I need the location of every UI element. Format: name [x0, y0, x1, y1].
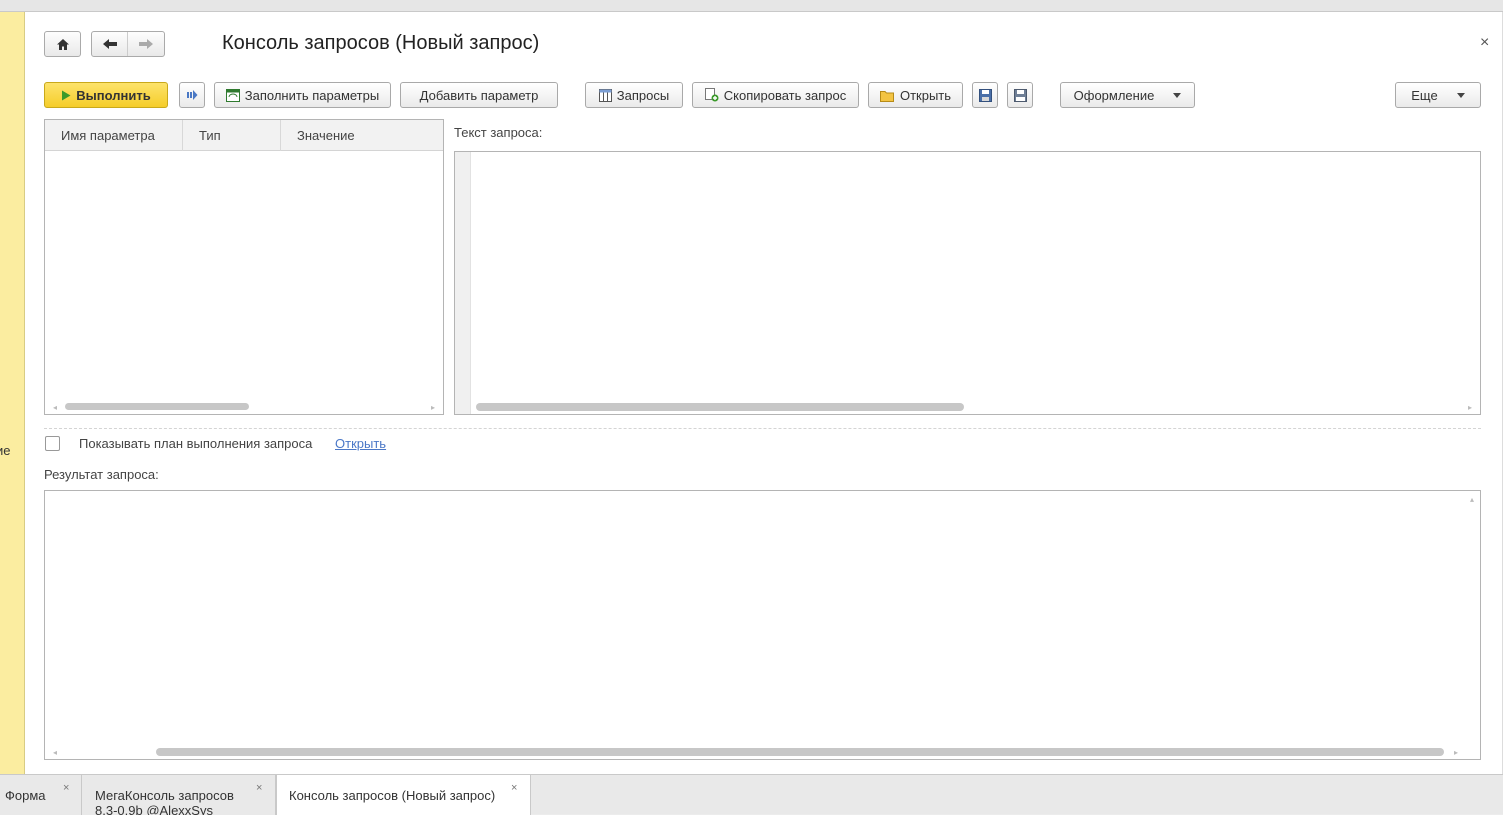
- folder-icon: [879, 90, 894, 102]
- close-icon[interactable]: ×: [63, 782, 69, 794]
- step-button[interactable]: [179, 82, 205, 108]
- close-icon[interactable]: ×: [511, 782, 517, 794]
- more-dropdown[interactable]: Еще: [1395, 82, 1481, 108]
- horizontal-scrollbar[interactable]: [476, 403, 964, 411]
- line-number-gutter: [455, 152, 471, 414]
- column-header-name[interactable]: Имя параметра: [45, 120, 183, 151]
- copy-add-icon: [704, 88, 719, 102]
- top-strip: [0, 0, 1503, 12]
- tab-label: Форма: [5, 788, 46, 803]
- scroll-right-icon[interactable]: ▸: [1468, 403, 1472, 412]
- queries-label: Запросы: [616, 87, 670, 103]
- scroll-right-icon[interactable]: ▸: [431, 403, 435, 412]
- copy-query-button[interactable]: Скопировать запрос: [692, 82, 859, 108]
- scroll-left-icon[interactable]: ◂: [53, 748, 57, 757]
- floppy-icon: [978, 88, 992, 102]
- result-label: Результат запроса:: [44, 467, 159, 482]
- horizontal-scrollbar[interactable]: [156, 748, 1444, 756]
- result-area[interactable]: ▴ ◂ ▸: [44, 490, 1481, 760]
- form-window: Консоль запросов (Новый запрос) × Выполн…: [25, 12, 1503, 774]
- horizontal-scrollbar[interactable]: [65, 403, 249, 410]
- left-panel[interactable]: ие: [0, 12, 25, 774]
- query-text-editor[interactable]: ▸: [454, 151, 1481, 415]
- scroll-right-icon[interactable]: ▸: [1454, 748, 1458, 757]
- open-plan-link[interactable]: Открыть: [335, 436, 386, 451]
- more-label: Еще: [1411, 87, 1438, 103]
- tab-query-console[interactable]: Консоль запросов (Новый запрос) ×: [276, 775, 531, 815]
- page-title: Консоль запросов (Новый запрос): [222, 32, 540, 54]
- table-refresh-icon: [225, 88, 240, 102]
- play-icon: [62, 90, 71, 100]
- left-panel-fragment: ие: [0, 443, 11, 458]
- open-button[interactable]: Открыть: [868, 82, 963, 108]
- fill-parameters-label: Заполнить параметры: [244, 87, 380, 103]
- home-button[interactable]: [44, 31, 81, 57]
- tab-sublabel: 8.3-0.9b @AlexxSys: [95, 803, 213, 815]
- queries-button[interactable]: Запросы: [585, 82, 683, 108]
- close-icon[interactable]: ×: [1480, 34, 1489, 52]
- add-parameter-label: Добавить параметр: [419, 87, 539, 103]
- chevron-down-icon: [1456, 92, 1465, 98]
- tab-label: Консоль запросов (Новый запрос): [289, 788, 496, 803]
- back-button[interactable]: [92, 32, 129, 56]
- run-button[interactable]: Выполнить: [44, 82, 168, 108]
- open-label: Открыть: [899, 87, 952, 103]
- forward-button[interactable]: [128, 32, 164, 56]
- tab-forma[interactable]: Форма ×: [0, 775, 82, 815]
- home-icon: [56, 38, 69, 50]
- fill-parameters-button[interactable]: Заполнить параметры: [214, 82, 391, 108]
- column-header-value[interactable]: Значение: [281, 120, 443, 151]
- run-button-label: Выполнить: [76, 87, 151, 103]
- save-as-button[interactable]: [1007, 82, 1033, 108]
- design-label: Оформление: [1073, 87, 1155, 103]
- history-nav: [91, 31, 165, 57]
- tab-megaconsole[interactable]: МегаКонсоль запросов 8.3-0.9b @AlexxSys …: [82, 775, 276, 815]
- design-dropdown[interactable]: Оформление: [1060, 82, 1195, 108]
- show-plan-checkbox[interactable]: [45, 436, 60, 451]
- parameters-table-header: Имя параметра Тип Значение: [45, 120, 443, 151]
- tab-label: МегаКонсоль запросов: [95, 788, 234, 803]
- column-header-type[interactable]: Тип: [183, 120, 281, 151]
- chevron-down-icon: [1173, 92, 1182, 98]
- arrow-right-icon: [139, 39, 153, 49]
- show-plan-label[interactable]: Показывать план выполнения запроса: [79, 436, 312, 451]
- save-button[interactable]: [972, 82, 998, 108]
- query-text-label: Текст запроса:: [454, 125, 543, 140]
- scroll-up-icon[interactable]: ▴: [1470, 495, 1474, 504]
- step-forward-icon: [187, 90, 198, 100]
- splitter[interactable]: [44, 428, 1481, 429]
- floppy-save-as-icon: [1013, 88, 1027, 102]
- copy-query-label: Скопировать запрос: [723, 87, 847, 103]
- add-parameter-button[interactable]: Добавить параметр: [400, 82, 558, 108]
- parameters-table[interactable]: Имя параметра Тип Значение ◂ ▸: [44, 119, 444, 415]
- scroll-left-icon[interactable]: ◂: [53, 403, 57, 412]
- window-tab-bar: Форма × МегаКонсоль запросов 8.3-0.9b @A…: [0, 774, 1503, 815]
- arrow-left-icon: [102, 39, 117, 49]
- grid-icon: [598, 88, 612, 102]
- close-icon[interactable]: ×: [256, 782, 262, 794]
